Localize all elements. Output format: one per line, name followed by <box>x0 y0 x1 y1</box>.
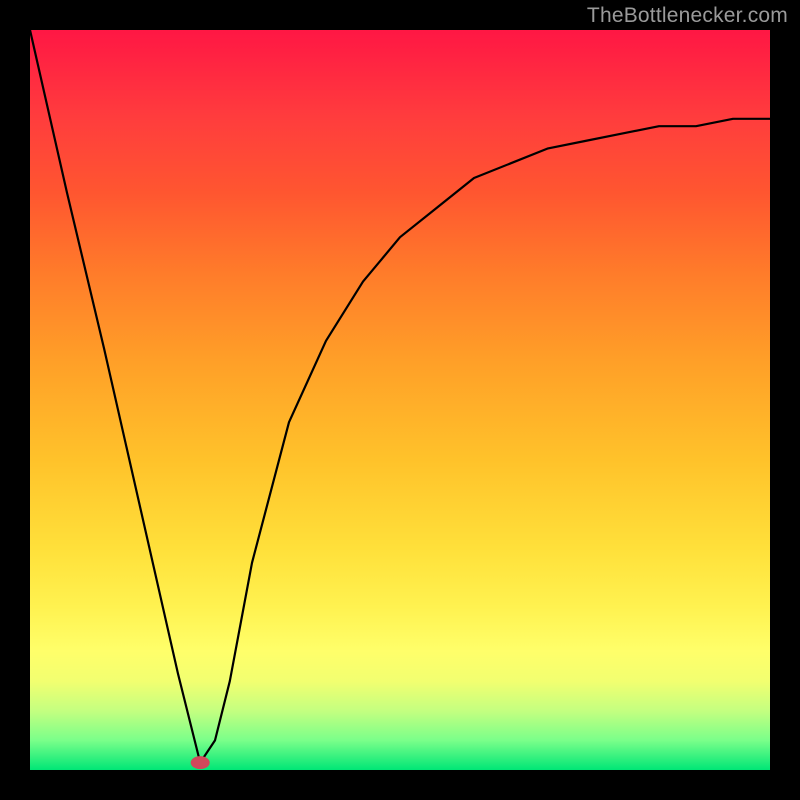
chart-frame: TheBottlenecker.com <box>0 0 800 800</box>
plot-area <box>30 30 770 770</box>
watermark-text: TheBottlenecker.com <box>587 4 788 28</box>
bottleneck-curve <box>30 30 770 763</box>
chart-svg <box>30 30 770 770</box>
minimum-marker <box>191 757 209 769</box>
